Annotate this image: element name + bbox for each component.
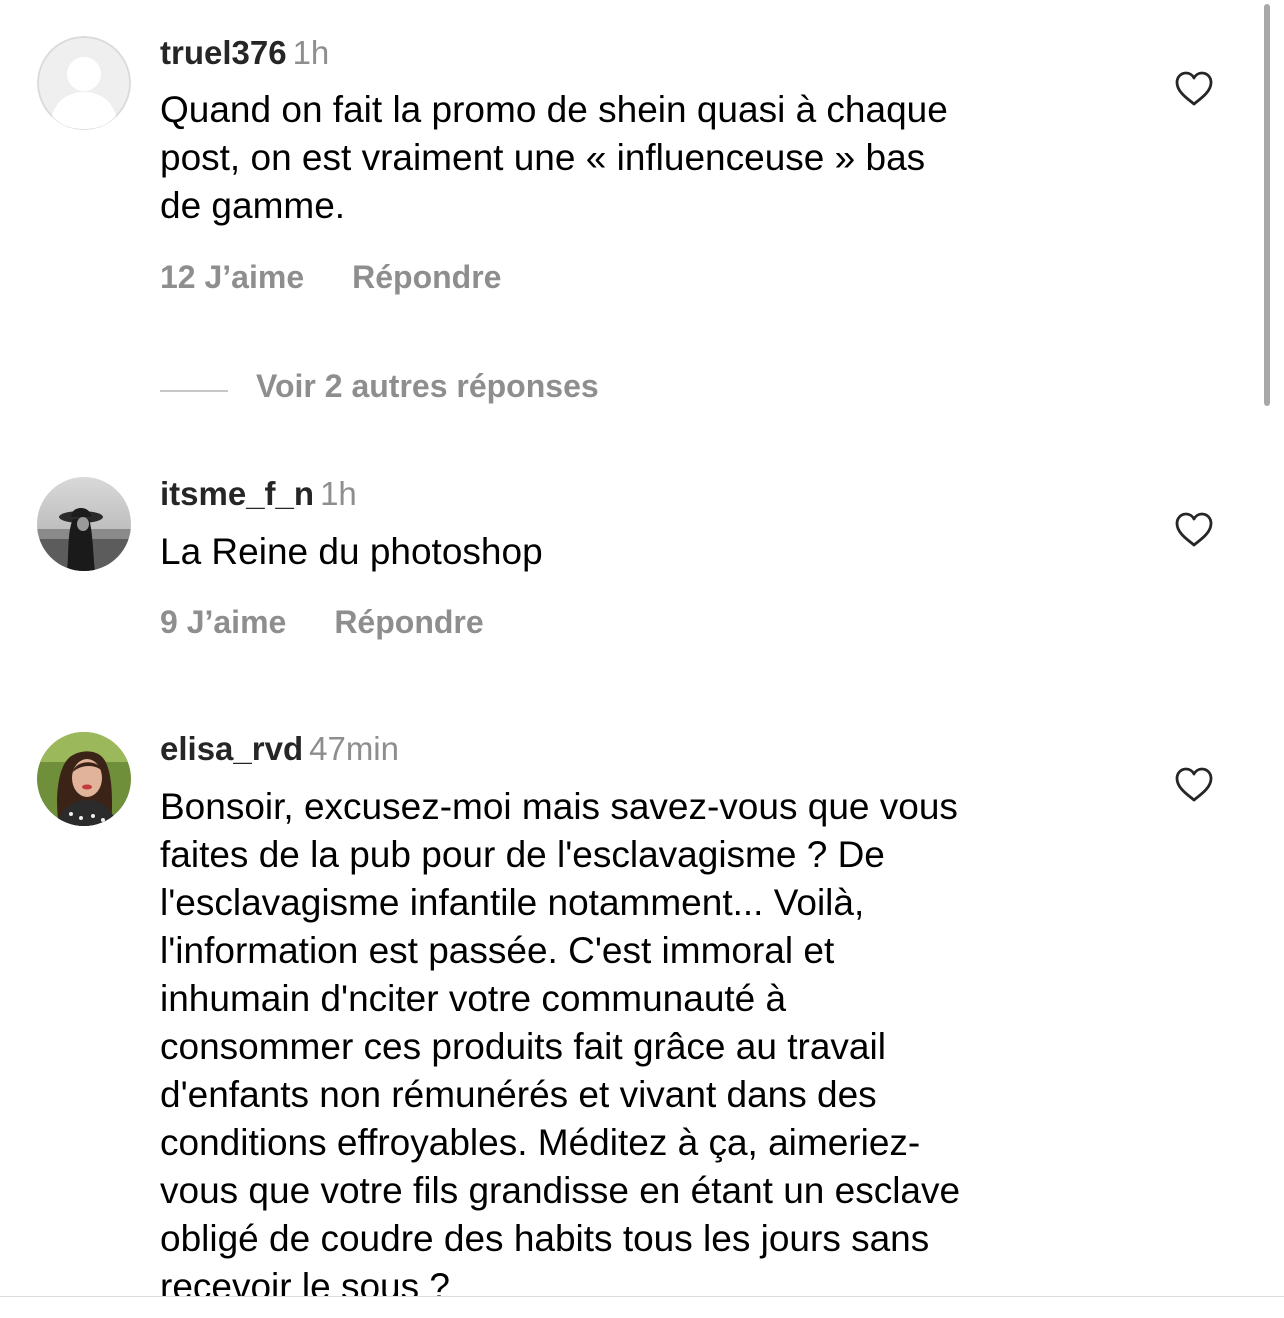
default-avatar-icon: [37, 36, 131, 130]
likes-count[interactable]: 9 J’aime: [160, 604, 286, 640]
comment-line: Quand on fait la promo de shein quasi à …: [160, 89, 948, 130]
comment-line: obligé de coudre des habits tous les jou…: [160, 1218, 930, 1259]
heart-icon[interactable]: [1174, 70, 1214, 108]
profile-photo: [37, 732, 131, 826]
view-more-replies-label: Voir 2 autres réponses: [256, 368, 599, 404]
avatar[interactable]: [37, 477, 131, 571]
comment-line: de gamme.: [160, 185, 346, 226]
comment-header: itsme_f_n 1h: [160, 474, 357, 514]
divider: [0, 1296, 1284, 1297]
comment-line: conditions effroyables. Méditez à ça, ai…: [160, 1122, 921, 1163]
profile-photo: [37, 477, 131, 571]
comment-line: vous que votre fils grandisse en étant u…: [160, 1170, 961, 1211]
comment-line: La Reine du photoshop: [160, 531, 543, 572]
timestamp: 1h: [320, 475, 357, 512]
avatar[interactable]: [37, 36, 131, 130]
comment-text: Bonsoir, excusez-moi mais savez-vous que…: [160, 783, 1120, 1296]
likes-count[interactable]: 12 J’aime: [160, 259, 304, 295]
comment-line: inhumain d'nciter votre communauté à: [160, 978, 787, 1019]
timestamp: 47min: [309, 730, 399, 767]
view-more-replies-button[interactable]: Voir 2 autres réponses: [160, 366, 599, 406]
comment-text: La Reine du photoshop: [160, 528, 1120, 576]
comment-line: post, on est vraiment une « influenceuse…: [160, 137, 926, 178]
reply-button[interactable]: Répondre: [334, 604, 483, 640]
comment-line: faites de la pub pour de l'esclavagisme …: [160, 834, 885, 875]
comment-actions: 12 J’aime Répondre: [160, 257, 501, 297]
reply-button[interactable]: Répondre: [352, 259, 501, 295]
comment-line: Bonsoir, excusez-moi mais savez-vous que…: [160, 786, 958, 827]
timestamp: 1h: [292, 34, 330, 71]
comment-line: l'information est passée. C'est immoral …: [160, 930, 835, 971]
avatar[interactable]: [37, 732, 131, 826]
comment-header: elisa_rvd 47min: [160, 729, 399, 769]
comment-line: d'enfants non rémunérés et vivant dans d…: [160, 1074, 877, 1115]
username[interactable]: truel376: [160, 34, 287, 71]
comments-list[interactable]: truel376 1h Quand on fait la promo de she…: [0, 0, 1284, 1296]
comment-actions: 9 J’aime Répondre: [160, 602, 484, 642]
heart-icon[interactable]: [1174, 511, 1214, 549]
heart-icon[interactable]: [1174, 766, 1214, 804]
username[interactable]: elisa_rvd: [160, 730, 303, 767]
comment-line: recevoir le sous ?: [160, 1266, 450, 1296]
comment-line: consommer ces produits fait grâce au tra…: [160, 1026, 886, 1067]
username[interactable]: itsme_f_n: [160, 475, 314, 512]
comment-line: l'esclavagisme infantile notamment... Vo…: [160, 882, 865, 923]
replies-divider: [160, 389, 228, 392]
scrollbar[interactable]: [1264, 4, 1270, 406]
comment-header: truel376 1h: [160, 33, 329, 73]
comment-text: Quand on fait la promo de shein quasi à …: [160, 86, 1120, 230]
